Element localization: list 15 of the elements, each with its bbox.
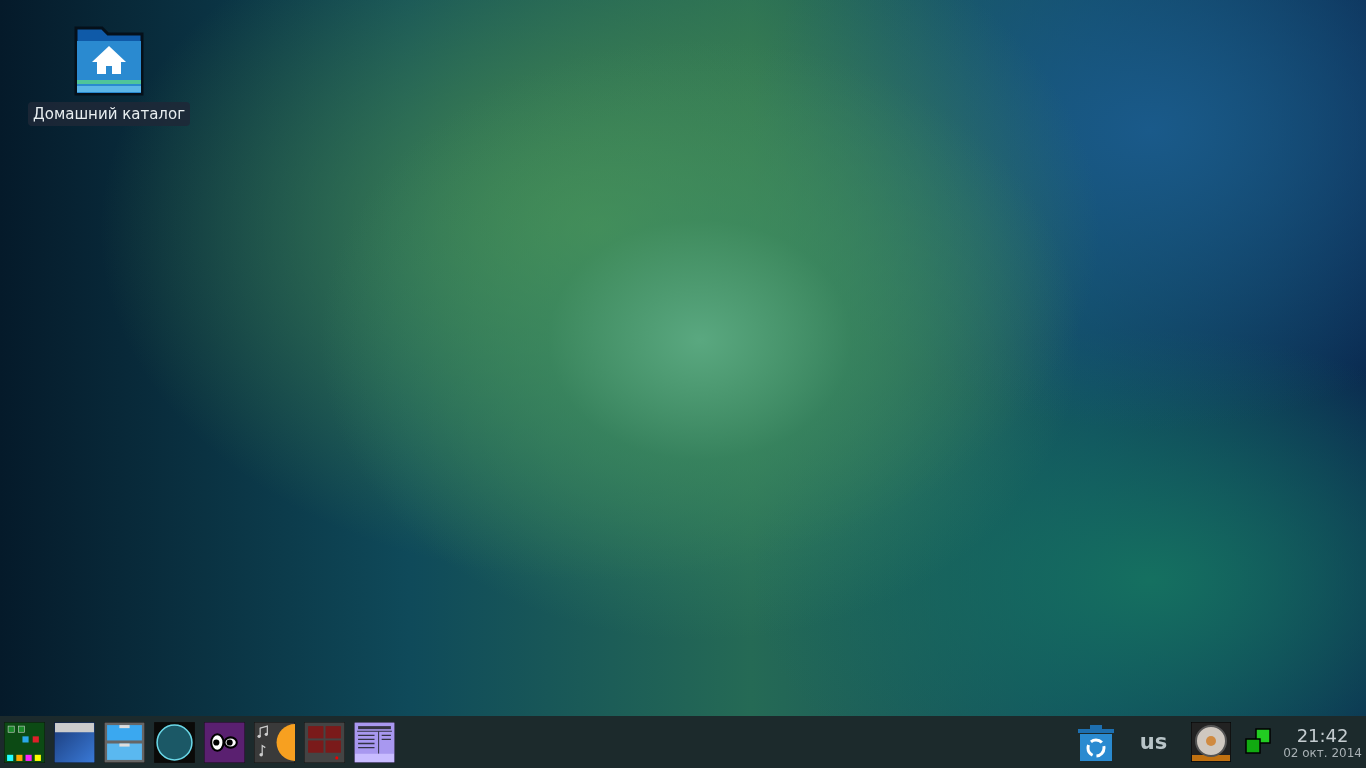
desktop-icon-label[interactable]: Домашний каталог xyxy=(28,102,190,126)
window-icon[interactable] xyxy=(54,721,95,763)
speaker-icon[interactable] xyxy=(1191,722,1232,762)
clock-date[interactable]: 02 окт. 2014 xyxy=(1283,745,1362,760)
text-editor-icon[interactable] xyxy=(354,721,395,763)
eyes-icon[interactable] xyxy=(204,721,245,763)
file-cabinet-icon[interactable] xyxy=(104,721,145,763)
clock-time[interactable]: 21:42 xyxy=(1296,724,1349,746)
music-notes-citrus-slice-icon[interactable] xyxy=(254,721,295,763)
keyboard-layout-indicator[interactable]: us xyxy=(1139,730,1168,754)
trash-icon[interactable] xyxy=(1075,722,1116,762)
home-folder-icon[interactable] xyxy=(74,26,144,96)
workspace-grid-icon[interactable] xyxy=(4,721,45,763)
network-icon[interactable] xyxy=(1243,727,1274,757)
globe-icon[interactable] xyxy=(154,721,195,763)
